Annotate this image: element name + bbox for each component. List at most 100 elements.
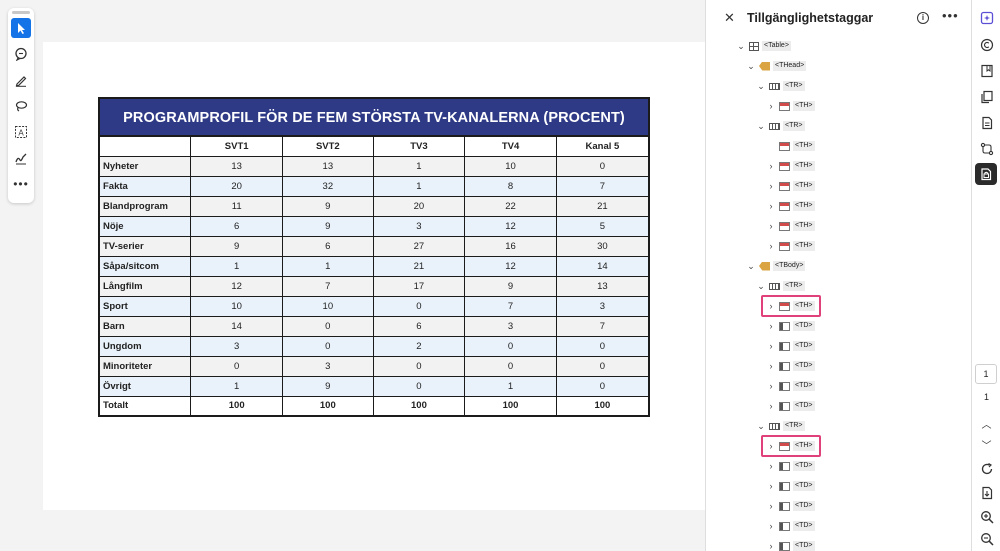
tag-tree-node[interactable]: ⌄ <TR>: [756, 78, 805, 94]
row-header-cell: Blandprogram: [98, 195, 192, 217]
tag-tree-node[interactable]: › <TH>: [766, 218, 815, 234]
value-cell: 12: [464, 255, 557, 277]
transform-icon[interactable]: [979, 141, 995, 157]
value-cell: 9: [282, 375, 374, 397]
rotate-icon[interactable]: [979, 461, 995, 477]
chevron-right-icon[interactable]: ›: [766, 481, 776, 491]
pen-icon[interactable]: [11, 70, 31, 90]
close-icon[interactable]: ✕: [724, 10, 735, 26]
row-header-cell: Fakta: [98, 175, 192, 197]
select-icon[interactable]: [11, 18, 31, 38]
tag-label: <TD>: [793, 341, 815, 351]
tag-tree-node[interactable]: ⌄ <TR>: [756, 418, 805, 434]
chevron-right-icon[interactable]: ›: [766, 181, 776, 191]
chevron-down-icon[interactable]: ⌄: [756, 421, 766, 432]
header-cell-tag-icon: [779, 241, 790, 251]
tag-label: <TH>: [793, 141, 815, 151]
accessibility-tags-icon[interactable]: [975, 163, 997, 185]
chevron-right-icon[interactable]: ›: [766, 221, 776, 231]
row-tag-icon: [769, 282, 780, 290]
tag-tree-node[interactable]: › <TD>: [766, 338, 815, 354]
value-cell: 0: [282, 315, 374, 337]
row-tag-icon: [769, 82, 780, 90]
tag-label: <TH>: [793, 201, 815, 211]
chevron-right-icon[interactable]: ›: [766, 341, 776, 351]
tag-tree-node[interactable]: › <TD>: [766, 498, 815, 514]
more-icon[interactable]: •••: [942, 8, 959, 23]
value-cell: 1: [282, 255, 374, 277]
tag-label: <TR>: [783, 281, 805, 291]
value-cell: 0: [555, 335, 650, 357]
tag-tree-node[interactable]: › <TD>: [766, 318, 815, 334]
chevron-right-icon[interactable]: ›: [766, 321, 776, 331]
tag-tree-node[interactable]: ⌄ <THead>: [746, 58, 807, 74]
tag-tree-node[interactable]: <TH>: [766, 138, 815, 154]
chevron-down-icon[interactable]: ⌄: [746, 261, 756, 272]
chevron-right-icon[interactable]: ›: [766, 521, 776, 531]
rail-grip[interactable]: [12, 11, 30, 14]
chevron-right-icon[interactable]: ›: [766, 541, 776, 551]
chevron-down-icon[interactable]: ⌄: [736, 41, 746, 52]
tag-tree-node[interactable]: ⌄ <TR>: [756, 278, 805, 294]
highlight-box: [761, 295, 821, 317]
table-row: Övrigt 1 9 0 1 0: [98, 375, 650, 397]
chevron-down-icon[interactable]: ⌄: [756, 281, 766, 292]
tag-tree-node[interactable]: ⌄ <TBody>: [746, 258, 806, 274]
chevron-right-icon[interactable]: ›: [766, 461, 776, 471]
copy-icon[interactable]: [979, 37, 995, 53]
tag-tree-node[interactable]: › <TH>: [766, 158, 815, 174]
tag-tree-node[interactable]: › <TD>: [766, 358, 815, 374]
value-cell: 1: [372, 175, 466, 197]
tag-tree-node[interactable]: › <TD>: [766, 398, 815, 414]
tag-tree-node[interactable]: › <TD>: [766, 538, 815, 551]
bookmark-icon[interactable]: [979, 63, 995, 79]
previous-page-icon[interactable]: ︿: [972, 416, 1000, 431]
tag-tree-node[interactable]: › <TH>: [766, 238, 815, 254]
row-header-cell: Såpa/sitcom: [98, 255, 192, 277]
tag-tree-node[interactable]: › <TH>: [766, 198, 815, 214]
signature-icon[interactable]: [11, 148, 31, 168]
chevron-right-icon[interactable]: ›: [766, 401, 776, 411]
lasso-icon[interactable]: [11, 96, 31, 116]
chevron-down-icon[interactable]: ⌄: [746, 61, 756, 72]
tag-tree-node[interactable]: › <TH>: [766, 178, 815, 194]
chevron-right-icon[interactable]: ›: [766, 101, 776, 111]
text-select-icon[interactable]: A: [11, 122, 31, 142]
save-page-icon[interactable]: [979, 485, 995, 501]
chevron-right-icon[interactable]: ›: [766, 361, 776, 371]
value-cell: 8: [464, 175, 557, 197]
ai-assistant-icon[interactable]: [979, 10, 995, 26]
chevron-right-icon[interactable]: ›: [766, 501, 776, 511]
tag-tree-node[interactable]: › <TH>: [766, 98, 815, 114]
value-cell: 100: [464, 395, 557, 417]
tag-tree-node[interactable]: ⌄ <TR>: [756, 118, 805, 134]
zoom-out-icon[interactable]: [979, 531, 995, 547]
next-page-icon[interactable]: ﹀: [972, 437, 1000, 452]
tag-tree-node[interactable]: › <TD>: [766, 378, 815, 394]
chevron-right-icon[interactable]: ›: [766, 381, 776, 391]
chevron-down-icon[interactable]: ⌄: [756, 121, 766, 132]
tag-tree-node[interactable]: › <TD>: [766, 478, 815, 494]
chevron-down-icon[interactable]: ⌄: [756, 81, 766, 92]
chevron-right-icon[interactable]: ›: [766, 161, 776, 171]
tag-tree-node[interactable]: ⌄ <Table>: [736, 38, 791, 54]
info-icon[interactable]: i: [917, 12, 929, 24]
value-cell: 14: [555, 255, 650, 277]
tag-tree-node[interactable]: › <TD>: [766, 458, 815, 474]
chevron-right-icon[interactable]: ›: [766, 201, 776, 211]
tag-tree-node[interactable]: › <TD>: [766, 518, 815, 534]
page-number-input[interactable]: 1: [975, 364, 997, 384]
chevron-right-icon[interactable]: ›: [766, 241, 776, 251]
value-cell: 12: [190, 275, 283, 297]
value-cell: 100: [372, 395, 466, 417]
zoom-in-icon[interactable]: [979, 509, 995, 525]
tag-label: <TD>: [793, 321, 815, 331]
value-cell: 7: [464, 295, 557, 317]
more-tools-icon[interactable]: •••: [11, 174, 31, 194]
row-header-cell: Nyheter: [98, 155, 192, 177]
pages-icon[interactable]: [979, 89, 995, 105]
comment-icon[interactable]: [11, 44, 31, 64]
value-cell: 9: [282, 215, 374, 237]
document-page: PROGRAMPROFIL FÖR DE FEM STÖRSTA TV-KANA…: [43, 42, 705, 510]
document-icon[interactable]: [979, 115, 995, 131]
